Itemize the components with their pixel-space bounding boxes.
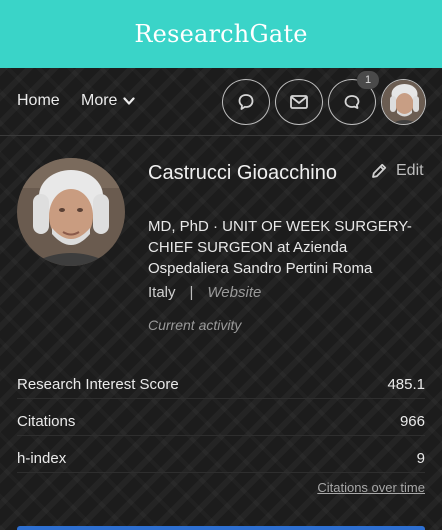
nav-home-link[interactable]: Home [17, 92, 60, 110]
notification-badge: 1 [357, 71, 379, 89]
stat-value: 966 [399, 413, 425, 430]
bottom-action-bar[interactable] [17, 526, 425, 530]
brand-logo[interactable]: ResearchGate [134, 20, 307, 48]
citations-over-time-link[interactable]: Citations over time [317, 480, 425, 495]
user-avatar[interactable] [381, 79, 426, 125]
profile-country: Italy [148, 284, 176, 301]
avatar-photo [382, 80, 425, 124]
edit-label: Edit [396, 162, 424, 179]
profile-position: MD, PhD · UNIT OF WEEK SURGERY-CHIEF SUR… [148, 218, 412, 277]
nav-more-menu[interactable]: More [81, 92, 136, 110]
profile-photo[interactable] [17, 158, 125, 266]
stat-label: h-index [17, 450, 67, 467]
pencil-icon [372, 163, 387, 178]
stat-value: 9 [416, 450, 425, 467]
edit-profile-button[interactable]: Edit [370, 162, 424, 180]
current-activity-link[interactable]: Current activity [148, 317, 241, 333]
questions-button[interactable] [222, 79, 270, 125]
nav-more-label: More [81, 92, 118, 109]
location-row: Italy | Website [148, 284, 261, 301]
separator: | [189, 284, 194, 301]
profile-name: Castrucci Gioacchino [148, 162, 337, 184]
chevron-down-icon [123, 97, 136, 105]
mail-icon [290, 95, 308, 109]
website-link[interactable]: Website [207, 284, 261, 301]
nav-bar: Home More 1 [0, 68, 442, 136]
stat-h-index[interactable]: h-index 9 [17, 445, 425, 473]
profile-photo-image [17, 158, 125, 266]
profile-page: Home More 1 Castrucci Gioacchino Edit MD… [0, 68, 442, 530]
stat-citations[interactable]: Citations 966 [17, 408, 425, 436]
stat-research-interest[interactable]: Research Interest Score 485.1 [17, 371, 425, 399]
messages-button[interactable] [275, 79, 323, 125]
chat-icon [344, 95, 360, 109]
stat-label: Citations [17, 413, 76, 430]
stat-value: 485.1 [387, 376, 425, 393]
question-icon [238, 94, 254, 110]
top-bar: ResearchGate [0, 0, 442, 68]
stat-label: Research Interest Score [17, 376, 179, 393]
